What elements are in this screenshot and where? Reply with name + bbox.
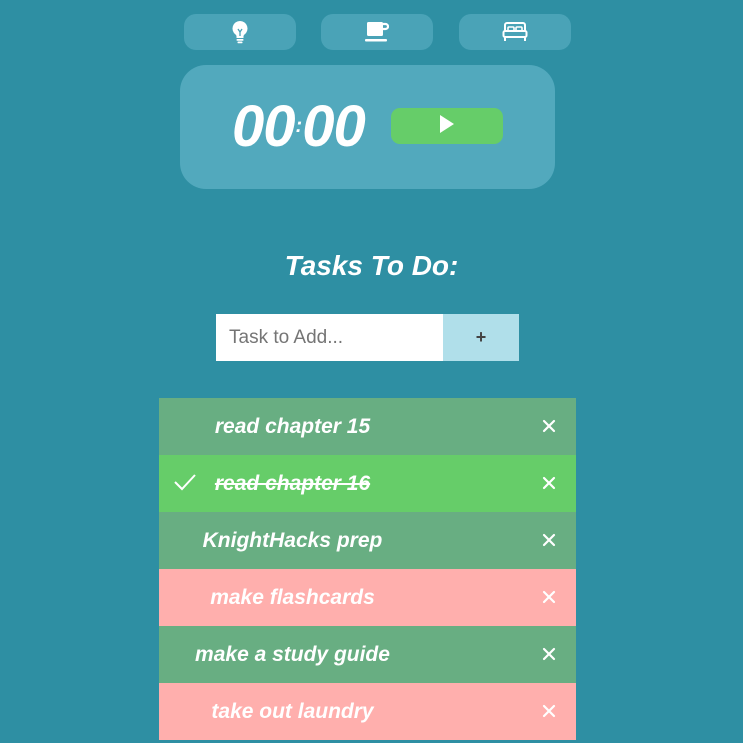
sleep-mode-button[interactable] <box>459 14 571 50</box>
timer-separator: : <box>295 114 303 137</box>
break-mode-button[interactable] <box>321 14 433 50</box>
delete-task-icon[interactable] <box>541 646 557 662</box>
add-task-button[interactable]: + <box>443 314 519 361</box>
task-row[interactable]: take out laundry <box>159 683 576 740</box>
delete-task-icon[interactable] <box>541 532 557 548</box>
task-label: take out laundry <box>211 699 374 723</box>
coffee-cup-icon <box>365 21 389 43</box>
task-row[interactable]: make flashcards <box>159 569 576 626</box>
task-label: make flashcards <box>210 585 375 609</box>
task-list: read chapter 15 read chapter 16 KnightHack… <box>159 398 576 740</box>
tasks-title: Tasks To Do: <box>284 250 459 281</box>
play-button[interactable] <box>391 108 503 144</box>
task-row[interactable]: make a study guide <box>159 626 576 683</box>
task-label: read chapter 15 <box>214 414 371 438</box>
timer-panel: 00 : 00 <box>180 65 555 189</box>
bed-icon <box>502 22 528 42</box>
task-label: read chapter 16 <box>214 471 371 495</box>
timer-display: 00 : 00 <box>232 93 366 159</box>
task-input[interactable] <box>216 314 443 361</box>
task-label: KnightHacks prep <box>202 528 383 552</box>
delete-task-icon[interactable] <box>541 418 557 434</box>
timer-minutes: 00 <box>232 93 296 159</box>
lightbulb-icon <box>231 20 249 44</box>
task-row[interactable]: read chapter 15 <box>159 398 576 455</box>
delete-task-icon[interactable] <box>541 703 557 719</box>
play-icon <box>439 114 455 138</box>
task-label: make a study guide <box>195 642 390 666</box>
delete-task-icon[interactable] <box>541 589 557 605</box>
timer-seconds: 00 <box>302 93 366 159</box>
delete-task-icon[interactable] <box>541 475 557 491</box>
task-row[interactable]: KnightHacks prep <box>159 512 576 569</box>
focus-mode-button[interactable] <box>184 14 296 50</box>
task-row[interactable]: read chapter 16 <box>159 455 576 512</box>
